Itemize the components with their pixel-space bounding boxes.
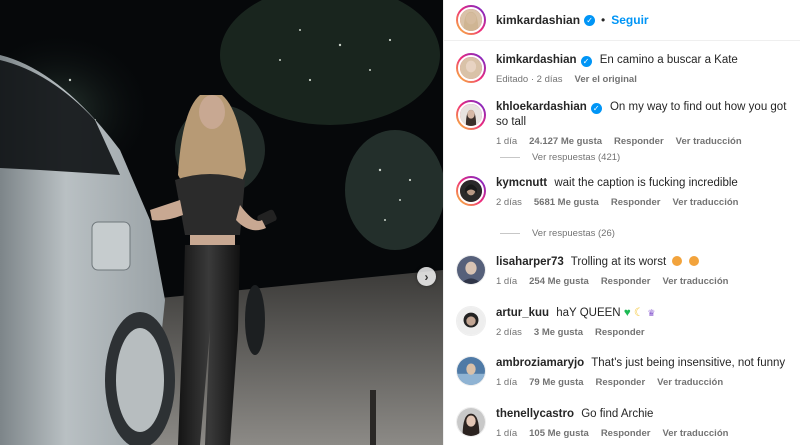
reply-button[interactable]: Responder — [596, 377, 646, 388]
comment-likes[interactable]: 254 Me gusta — [529, 276, 589, 287]
comment-text: wait the caption is fucking incredible — [554, 177, 738, 189]
comment-avatar[interactable] — [456, 356, 486, 386]
comment-item: kymcnutt wait the caption is fucking inc… — [456, 176, 792, 208]
post-image — [0, 0, 443, 445]
comment-likes[interactable]: 5681 Me gusta — [534, 197, 599, 208]
avatar-image — [457, 307, 485, 335]
comment-likes[interactable]: 105 Me gusta — [529, 428, 589, 439]
reply-button[interactable]: Responder — [601, 428, 651, 439]
post-header: kimkardashian ✓ • Seguir — [444, 0, 800, 41]
see-original-link[interactable]: Ver el original — [575, 74, 637, 85]
comment-likes[interactable]: 3 Me gusta — [534, 327, 583, 338]
comment-time: 2 días — [496, 327, 522, 338]
avatar-image — [457, 357, 485, 385]
translate-link[interactable]: Ver traducción — [662, 428, 728, 439]
comment-text: That's just being insensitive, not funny — [591, 357, 786, 369]
author-username[interactable]: kimkardashian — [496, 13, 580, 27]
comment-time: 2 días — [496, 197, 522, 208]
comment-text: Go find Archie — [581, 408, 654, 420]
comment-username[interactable]: kymcnutt — [496, 177, 547, 189]
caption-text: En camino a buscar a Kate — [599, 54, 738, 66]
comment-likes[interactable]: 79 Me gusta — [529, 377, 583, 388]
comment-username[interactable]: artur_kuu — [496, 307, 549, 319]
translate-link[interactable]: Ver traducción — [676, 136, 742, 147]
replies-divider — [500, 233, 520, 234]
caption: kimkardashian ✓ En camino a buscar a Kate… — [456, 53, 792, 85]
caption-avatar[interactable] — [456, 53, 486, 83]
view-replies-button[interactable]: Ver respuestas (421) — [500, 152, 620, 163]
comment-item: artur_kuu haY QUEEN ♥ ☾ ♛ 2 días 3 Me gu… — [456, 306, 792, 338]
avatar-image — [460, 104, 482, 126]
next-photo-button[interactable]: › — [417, 267, 436, 286]
verified-check-icon: ✓ — [584, 14, 596, 26]
verified-check-icon: ✓ — [580, 56, 592, 67]
reply-button[interactable]: Responder — [614, 136, 664, 147]
verified-check-icon: ✓ — [590, 103, 602, 114]
view-replies-button[interactable]: Ver respuestas (26) — [500, 228, 615, 239]
comment-time: 1 día — [496, 377, 518, 388]
moon-icon: ☾ — [633, 307, 645, 319]
reply-button[interactable]: Responder — [601, 276, 651, 287]
post-sidebar: kimkardashian ✓ • Seguir kimkardashian ✓ … — [443, 0, 800, 445]
follow-button[interactable]: Seguir — [611, 13, 648, 27]
screaming-face-icon — [688, 256, 699, 266]
comment-time: 1 día — [496, 428, 518, 439]
chevron-right-icon: › — [424, 269, 429, 284]
author-avatar[interactable] — [456, 5, 486, 35]
crown-icon: ♛ — [647, 308, 656, 318]
avatar-image — [460, 9, 482, 31]
comment-likes[interactable]: 24.127 Me gusta — [529, 136, 602, 147]
post-photo[interactable]: › — [0, 0, 443, 445]
comment-item: ambroziamaryjo That's just being insensi… — [456, 356, 792, 388]
comment-username[interactable]: lisaharper73 — [496, 256, 564, 268]
view-replies-label: Ver respuestas (421) — [532, 152, 621, 163]
avatar-image — [460, 180, 482, 202]
reply-button[interactable]: Responder — [611, 197, 661, 208]
comment-item: thenellycastro Go find Archie 1 día 105 … — [456, 407, 792, 439]
comment-avatar[interactable] — [456, 407, 486, 437]
comment-avatar[interactable] — [456, 255, 486, 285]
avatar-image — [457, 256, 485, 284]
comment-username[interactable]: ambroziamaryjo — [496, 357, 584, 369]
comment-text: haY QUEEN — [556, 307, 621, 319]
comment-item: khloekardashian ✓ On my way to find out h… — [456, 100, 792, 147]
screaming-face-icon — [672, 256, 683, 266]
comment-time: 1 día — [496, 276, 518, 287]
comment-avatar[interactable] — [456, 306, 486, 336]
replies-divider — [500, 157, 520, 158]
view-replies-label: Ver respuestas (26) — [532, 228, 615, 239]
caption-username[interactable]: kimkardashian — [496, 54, 577, 66]
comment-text: Trolling at its worst — [570, 256, 667, 268]
translate-link[interactable]: Ver traducción — [672, 197, 738, 208]
translate-link[interactable]: Ver traducción — [662, 276, 728, 287]
comment-username[interactable]: thenellycastro — [496, 408, 574, 420]
avatar-image — [457, 408, 485, 436]
reply-button[interactable]: Responder — [595, 327, 645, 338]
green-heart-icon: ♥ — [623, 307, 631, 319]
comment-item: lisaharper73 Trolling at its worst 1 día… — [456, 255, 792, 287]
caption-time: Editado · 2 días — [496, 74, 563, 85]
comment-time: 1 día — [496, 136, 518, 147]
translate-link[interactable]: Ver traducción — [657, 377, 723, 388]
comment-avatar[interactable] — [456, 100, 486, 130]
comment-avatar[interactable] — [456, 176, 486, 206]
comment-username[interactable]: khloekardashian — [496, 101, 587, 113]
separator-dot: • — [601, 13, 606, 27]
avatar-image — [460, 57, 482, 79]
